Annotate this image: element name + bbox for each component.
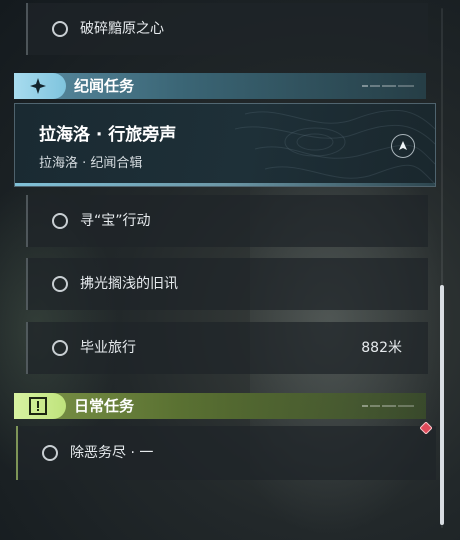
quest-label: 破碎黯原之心 <box>80 21 164 37</box>
exclamation-box-icon <box>14 393 66 419</box>
radio-circle-icon[interactable] <box>52 213 68 229</box>
radio-circle-icon[interactable] <box>42 445 58 461</box>
topographic-pattern <box>234 109 435 185</box>
section-title: 纪闻任务 <box>74 77 135 95</box>
quest-distance: 882米 <box>361 340 402 356</box>
red-diamond-marker-icon <box>420 422 432 434</box>
quest-label: 拂光搁浅的旧讯 <box>80 276 178 292</box>
quest-label: 除恶务尽 · 一 <box>70 445 154 461</box>
section-header-daily-quests: 日常任务 <box>14 393 426 419</box>
quest-row[interactable]: 毕业旅行 882米 <box>26 322 428 374</box>
featured-quest-title: 拉海洛 · 行旅旁声 <box>39 125 177 145</box>
radio-circle-icon[interactable] <box>52 276 68 292</box>
section-title: 日常任务 <box>74 397 135 415</box>
card-highlight-line <box>15 183 435 186</box>
featured-quest-subtitle: 拉海洛 · 纪闻合辑 <box>39 156 143 171</box>
decorative-pattern-icon <box>362 405 414 407</box>
scrollbar-thumb[interactable] <box>440 285 444 525</box>
radio-circle-icon[interactable] <box>52 340 68 356</box>
featured-quest-card[interactable]: 拉海洛 · 行旅旁声 拉海洛 · 纪闻合辑 <box>14 103 436 187</box>
decorative-pattern-icon <box>362 85 414 87</box>
radio-circle-icon[interactable] <box>52 21 68 37</box>
quest-label: 毕业旅行 <box>80 340 136 356</box>
quest-label: 寻“宝”行动 <box>80 213 151 229</box>
quest-row[interactable]: 拂光搁浅的旧讯 <box>26 258 428 310</box>
navigate-arrow-icon[interactable] <box>391 134 415 158</box>
section-header-world-quests: 纪闻任务 <box>14 73 426 99</box>
quest-row[interactable]: 寻“宝”行动 <box>26 195 428 247</box>
sparkle-star-icon <box>14 73 66 99</box>
quest-row-daily[interactable]: 除恶务尽 · 一 <box>16 426 436 480</box>
quest-row-top[interactable]: 破碎黯原之心 <box>26 3 428 55</box>
